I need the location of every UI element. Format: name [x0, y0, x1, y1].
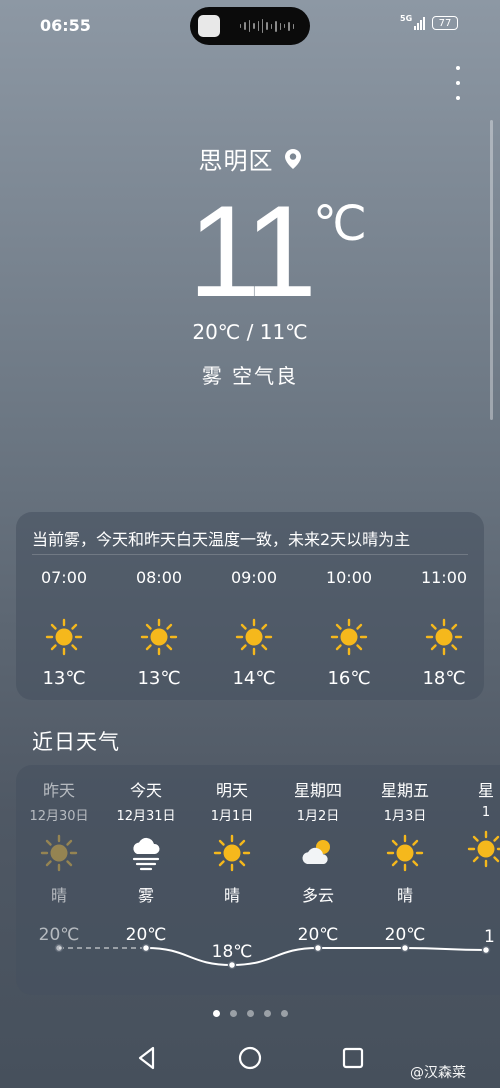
high-low-temperature: 20℃ / 11℃	[192, 320, 308, 344]
temperature-point	[313, 943, 323, 953]
daily-forecast-card[interactable]: 昨天 12月30日 晴今天 12月31日 雾明天 1月1日 晴星期四 1月2日 …	[16, 765, 500, 995]
sun-icon	[467, 830, 500, 868]
network-type: 5G	[400, 14, 413, 23]
temperature-point	[227, 960, 237, 970]
day-name: 今天	[129, 781, 162, 800]
dynamic-island[interactable]	[190, 7, 310, 45]
hour-time: 09:00	[230, 568, 278, 587]
hour-time: 08:00	[135, 568, 183, 587]
page-indicator[interactable]	[0, 1010, 500, 1017]
daily-item[interactable]: 星期五 1月3日 晴	[362, 777, 448, 906]
sun-icon	[40, 834, 78, 872]
day-name: 星期五	[380, 781, 429, 800]
location-pin-icon	[284, 148, 301, 169]
day-date: 1月3日	[383, 809, 427, 824]
recents-icon[interactable]	[339, 1044, 367, 1072]
day-name: 明天	[215, 781, 248, 800]
sun-icon	[235, 618, 273, 656]
back-icon[interactable]	[133, 1044, 161, 1072]
day-name: 昨天	[42, 781, 75, 800]
page-dot[interactable]	[263, 1010, 271, 1017]
sun-icon	[140, 618, 178, 656]
hour-temperature: 13℃	[42, 668, 86, 689]
temperature-point	[400, 943, 410, 953]
day-condition: 晴	[223, 886, 240, 905]
location-row[interactable]: 思明区	[0, 141, 500, 176]
high-temperature-label: 20℃	[298, 925, 339, 945]
partly-cloudy-icon	[299, 834, 337, 872]
day-date: 1月1日	[210, 809, 254, 824]
more-options-icon[interactable]	[451, 66, 465, 100]
sun-icon	[45, 618, 83, 656]
page-dot[interactable]	[229, 1010, 237, 1017]
temperature-curve: 20℃ 20℃ 18℃ 20℃ 20℃ 1	[39, 925, 495, 970]
divider	[32, 554, 468, 555]
hourly-forecast-card[interactable]: 当前雾，今天和昨天白天温度一致，未来2天以晴为主 07:00 13℃ 08:00 …	[16, 512, 484, 700]
sun-icon	[425, 618, 463, 656]
day-date: 1	[481, 805, 491, 820]
daily-item[interactable]: 今天 12月31日 雾	[103, 777, 189, 906]
current-condition: 雾 空气良	[201, 364, 299, 388]
watermark: @汉森菜	[410, 1065, 466, 1081]
daily-forecast-title: 近日天气	[32, 730, 120, 754]
high-temperature-label: 1	[484, 927, 495, 947]
home-icon[interactable]	[236, 1044, 264, 1072]
daily-item[interactable]: 明天 1月1日 晴	[189, 777, 275, 906]
current-temperature: 11	[188, 178, 317, 324]
temperature-unit: ℃	[313, 198, 367, 251]
day-condition: 晴	[50, 886, 67, 905]
day-date: 12月30日	[29, 809, 89, 824]
status-time: 06:55	[40, 16, 91, 35]
hour-temperature: 18℃	[422, 668, 466, 689]
island-app-icon	[198, 15, 220, 37]
high-temperature-label: 18℃	[212, 942, 253, 962]
hour-temperature: 16℃	[327, 668, 371, 689]
hourly-item: 11:00 18℃	[404, 568, 484, 689]
hourly-item: 08:00 13℃	[119, 568, 199, 689]
high-temperature-label: 20℃	[385, 925, 426, 945]
day-condition: 晴	[396, 886, 413, 905]
day-condition: 雾	[137, 886, 154, 905]
hour-time: 11:00	[420, 568, 468, 587]
sun-icon	[330, 618, 368, 656]
sun-icon	[386, 834, 424, 872]
hourly-item: 07:00 13℃	[24, 568, 104, 689]
hour-time: 07:00	[40, 568, 88, 587]
hourly-item: 09:00 14℃	[214, 568, 294, 689]
day-condition: 多云	[301, 886, 334, 905]
high-temperature-label: 20℃	[126, 925, 167, 945]
hour-temperature: 13℃	[137, 668, 181, 689]
hour-time: 10:00	[325, 568, 373, 587]
day-name: 星期四	[293, 781, 342, 800]
sun-icon	[213, 834, 251, 872]
temperature-point	[141, 943, 151, 953]
location-name: 思明区	[198, 147, 274, 175]
high-temperature-label: 20℃	[39, 925, 80, 945]
temperature-point	[54, 943, 64, 953]
hourly-item: 10:00 16℃	[309, 568, 389, 689]
page-dot[interactable]	[246, 1010, 254, 1017]
signal-icon	[414, 16, 428, 30]
temperature-point	[481, 945, 491, 955]
page-dot[interactable]	[212, 1010, 220, 1017]
hourly-summary: 当前雾，今天和昨天白天温度一致，未来2天以晴为主	[32, 530, 411, 549]
hour-temperature: 14℃	[232, 668, 276, 689]
battery-indicator: 77	[432, 16, 458, 30]
day-date: 12月31日	[116, 809, 176, 824]
page-dot[interactable]	[280, 1010, 288, 1017]
daily-item[interactable]: 昨天 12月30日 晴	[16, 777, 102, 906]
daily-item[interactable]: 星期四 1月2日 多云	[275, 777, 361, 906]
daily-item[interactable]: 星 1	[443, 777, 500, 878]
audio-wave-icon	[240, 19, 295, 33]
day-name: 星	[477, 781, 494, 800]
day-date: 1月2日	[296, 809, 340, 824]
fog-icon	[127, 834, 165, 872]
